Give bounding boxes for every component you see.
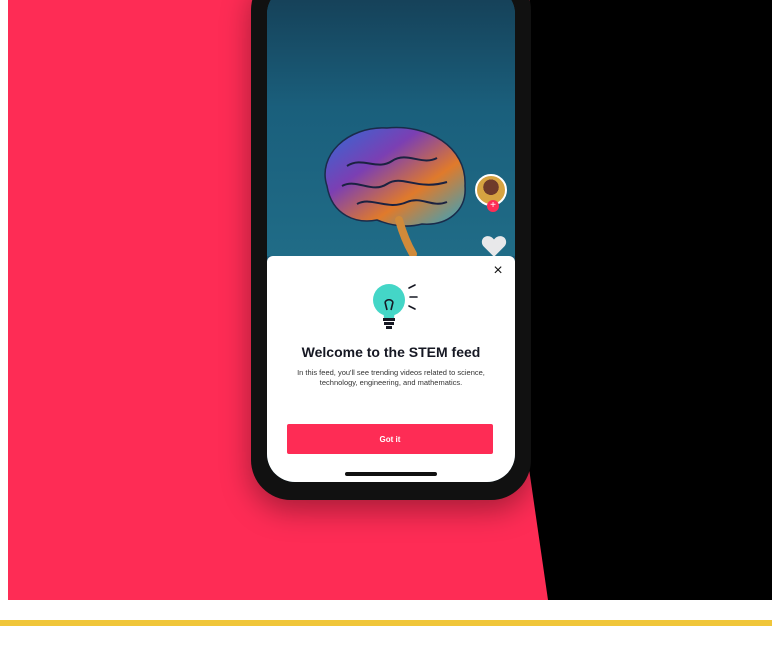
phone-mockup: + × Welcome to the STEM feed In this fee… — [251, 0, 531, 500]
left-edge — [0, 0, 8, 600]
sheet-description: In this feed, you'll see trending videos… — [297, 368, 485, 387]
home-indicator[interactable] — [345, 472, 437, 476]
lightbulb-icon — [373, 284, 418, 329]
close-icon[interactable]: × — [489, 262, 507, 280]
yellow-divider-strip — [0, 620, 772, 626]
sheet-title: Welcome to the STEM feed — [301, 344, 481, 360]
phone-screen: + × Welcome to the STEM feed In this fee… — [267, 0, 515, 482]
stem-feed-welcome-sheet: × Welcome to the STEM feed In this feed,… — [267, 256, 515, 482]
got-it-button[interactable]: Got it — [287, 424, 493, 454]
follow-plus-badge[interactable]: + — [487, 200, 499, 212]
brain-image — [324, 126, 466, 256]
promo-graphic: + × Welcome to the STEM feed In this fee… — [0, 0, 772, 645]
heart-icon[interactable] — [481, 234, 507, 258]
video-feed[interactable]: + — [267, 0, 515, 258]
